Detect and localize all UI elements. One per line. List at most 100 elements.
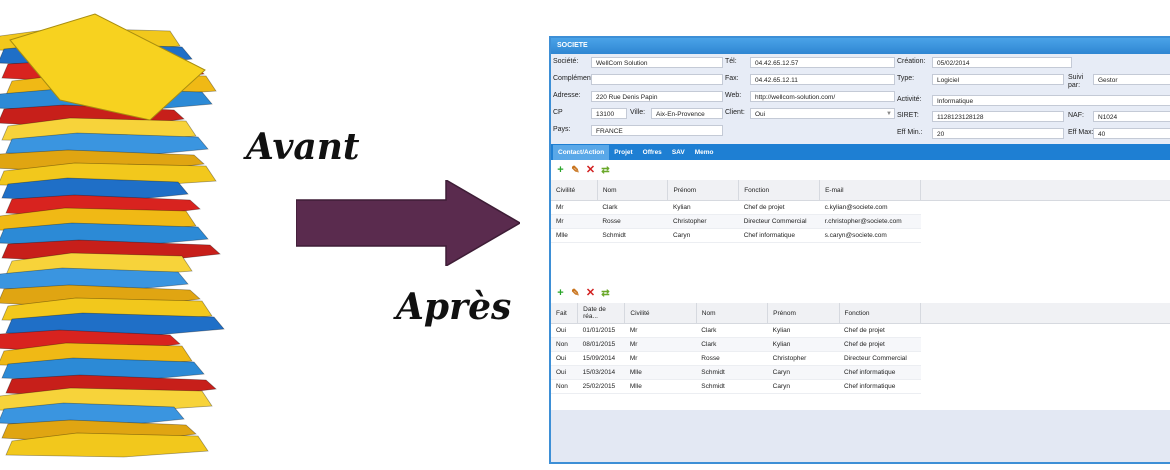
table-cell: Mlle	[624, 379, 697, 394]
client-select[interactable]: Oui ▼	[750, 108, 895, 119]
table-cell: Chef informatique	[839, 365, 921, 380]
caption-before: Avant	[246, 126, 360, 168]
column-header[interactable]: Civilité	[624, 303, 697, 324]
table-cell: 08/01/2015	[577, 337, 625, 352]
table-cell: Mr	[624, 351, 697, 366]
client-select-value: Oui	[755, 111, 766, 118]
type-label: Type:	[897, 75, 915, 82]
tab-sav[interactable]: SAV	[667, 145, 690, 160]
table-cell: 15/03/2014	[577, 365, 625, 380]
table-cell: Oui	[551, 365, 578, 380]
table-cell: Clark	[696, 337, 768, 352]
table-cell: Schmidt	[696, 379, 768, 394]
table-cell: Oui	[551, 351, 578, 366]
refresh-icon[interactable]: ⇄	[600, 165, 611, 176]
column-header[interactable]: Prénom	[767, 303, 840, 324]
effmin-label: Eff Min.:	[897, 129, 923, 136]
table-cell: Schmidt	[696, 365, 768, 380]
window-title: SOCIETE	[551, 38, 1170, 54]
table-cell: Mr	[624, 323, 697, 338]
right-arrow-icon	[296, 180, 520, 266]
cp-field[interactable]: 13100	[591, 108, 627, 119]
column-header[interactable]: Nom	[597, 180, 669, 201]
table-cell: Schmidt	[597, 228, 668, 243]
tab-offres[interactable]: Offres	[638, 145, 667, 160]
table-row[interactable]: Oui 15/03/2014 Mlle Schmidt Caryn Chef inform…	[551, 365, 921, 380]
folder-stack-illustration	[0, 13, 225, 458]
complement-label: Complément:	[553, 75, 595, 82]
actions-toolbar: + ✎ ✕ ⇄	[551, 283, 1170, 303]
table-row[interactable]: Mr Clark Kylian Chef de projet c.kylian@soci…	[551, 200, 921, 215]
tab-memo[interactable]: Memo	[690, 145, 719, 160]
table-cell: Chef informatique	[738, 228, 820, 243]
tab-projet[interactable]: Projet	[609, 145, 637, 160]
siret-field[interactable]: 1128123128128	[932, 111, 1064, 122]
table-row[interactable]: Oui 15/09/2014 Mr Rosse Christopher Directeur…	[551, 351, 921, 366]
add-icon[interactable]: +	[555, 287, 566, 299]
edit-icon[interactable]: ✎	[570, 165, 581, 176]
ville-field[interactable]: Aix-En-Provence	[651, 108, 723, 119]
column-header[interactable]: Fait	[551, 303, 579, 324]
column-header[interactable]: Prénom	[667, 180, 740, 201]
column-header[interactable]: Fonction	[738, 180, 821, 201]
company-form: Société: WellCom Solution Complément: Ad…	[551, 54, 1170, 144]
table-row[interactable]: Oui 01/01/2015 Mr Clark Kylian Chef de projet	[551, 323, 921, 338]
table-cell: Rosse	[696, 351, 768, 366]
table-cell: Caryn	[767, 365, 840, 380]
fax-label: Fax:	[725, 75, 739, 82]
column-header[interactable]: Date de réa...	[577, 303, 626, 324]
complement-field[interactable]	[591, 74, 723, 85]
effmax-field[interactable]: 40	[1093, 128, 1170, 139]
table-cell: Kylian	[767, 337, 840, 352]
table-cell: 15/09/2014	[577, 351, 625, 366]
table-cell: Non	[551, 379, 578, 394]
activite-label: Activité:	[897, 96, 922, 103]
table-row[interactable]: Non 08/01/2015 Mr Clark Kylian Chef de projet	[551, 337, 921, 352]
table-cell: Clark	[597, 200, 668, 215]
ville-label: Ville:	[630, 109, 646, 116]
column-header[interactable]: Fonction	[839, 303, 922, 324]
column-header[interactable]: Civilité	[551, 180, 598, 201]
table-cell: 01/01/2015	[577, 323, 625, 338]
delete-icon[interactable]: ✕	[585, 164, 596, 176]
table-cell: Chef de projet	[738, 200, 820, 215]
table-cell: Christopher	[667, 214, 739, 229]
contacts-grid: Civilité Nom Prénom Fonction E-mail Mr Clark K…	[551, 180, 1170, 243]
suivi-field[interactable]: Gestor	[1093, 74, 1170, 85]
type-field[interactable]: Logiciel	[932, 74, 1064, 85]
refresh-icon[interactable]: ⇄	[600, 288, 611, 299]
naf-field[interactable]: N1024	[1093, 111, 1170, 122]
column-header[interactable]: Nom	[696, 303, 769, 324]
grid-header-filler	[921, 180, 1170, 201]
tel-field[interactable]: 04.42.65.12.57	[750, 57, 895, 68]
column-header[interactable]: E-mail	[819, 180, 921, 201]
naf-label: NAF:	[1068, 112, 1084, 119]
societe-field[interactable]: WellCom Solution	[591, 57, 723, 68]
add-icon[interactable]: +	[555, 164, 566, 176]
contact-action-panel: + ✎ ✕ ⇄ Civilité Nom Prénom Fonction E-mail …	[551, 160, 1170, 410]
table-row[interactable]: Mlle Schmidt Caryn Chef informatique s.caryn…	[551, 228, 921, 243]
table-cell: Directeur Commercial	[839, 351, 921, 366]
table-cell: Mlle	[551, 228, 598, 243]
contacts-toolbar: + ✎ ✕ ⇄	[551, 160, 1170, 180]
table-cell: Non	[551, 337, 578, 352]
table-cell: Mr	[551, 214, 598, 229]
tab-contact-action[interactable]: Contact/Action	[553, 145, 610, 160]
web-field[interactable]: http://wellcom-solution.com/	[750, 91, 895, 102]
fax-field[interactable]: 04.42.65.12.11	[750, 74, 895, 85]
adresse-field[interactable]: 220 Rue Denis Papin	[591, 91, 723, 102]
table-cell: 25/02/2015	[577, 379, 625, 394]
table-cell: Directeur Commercial	[738, 214, 820, 229]
table-row[interactable]: Mr Rosse Christopher Directeur Commercial r.…	[551, 214, 921, 229]
effmin-field[interactable]: 20	[932, 128, 1064, 139]
pays-field[interactable]: FRANCE	[591, 125, 723, 136]
suivi-label: Suivi par:	[1068, 74, 1084, 89]
table-cell: Caryn	[667, 228, 739, 243]
table-cell: Rosse	[597, 214, 668, 229]
activite-field[interactable]: Informatique	[932, 95, 1170, 106]
creation-field[interactable]: 05/02/2014	[932, 57, 1072, 68]
client-label: Client:	[725, 109, 745, 116]
table-row[interactable]: Non 25/02/2015 Mlle Schmidt Caryn Chef inform…	[551, 379, 921, 394]
edit-icon[interactable]: ✎	[570, 288, 581, 299]
delete-icon[interactable]: ✕	[585, 287, 596, 299]
